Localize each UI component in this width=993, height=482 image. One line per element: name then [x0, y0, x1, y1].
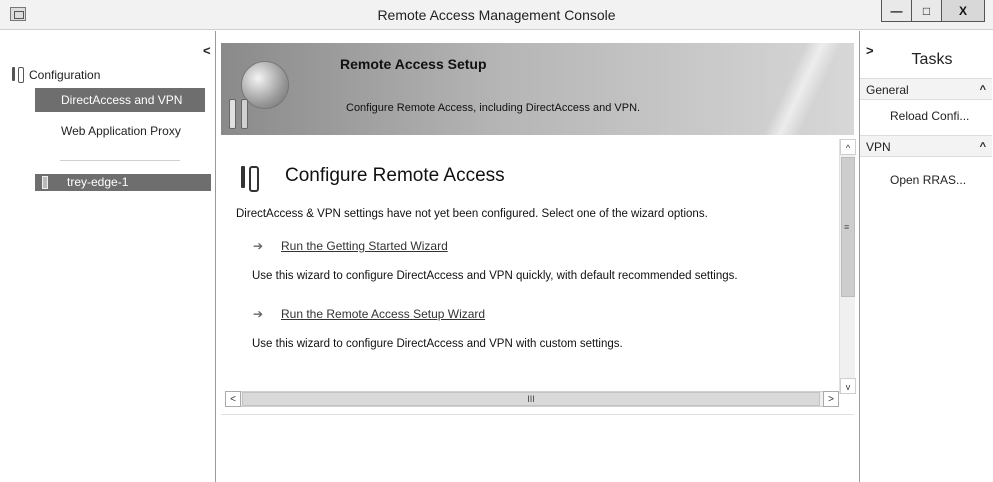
server-item[interactable]: trey-edge-1 [35, 174, 211, 191]
scroll-up-button[interactable]: ^ [840, 139, 856, 155]
setup-wizard-link[interactable]: Run the Remote Access Setup Wizard [281, 307, 485, 321]
close-button[interactable]: X [941, 0, 985, 22]
collapse-left-pane-button[interactable]: < [203, 43, 211, 58]
getting-started-wizard-link[interactable]: Run the Getting Started Wizard [281, 239, 448, 253]
configuration-label: Configuration [29, 67, 101, 82]
tasks-section-vpn[interactable]: VPN ^ [860, 135, 992, 157]
tasks-section-general[interactable]: General ^ [860, 78, 992, 100]
banner-title: Remote Access Setup [340, 56, 487, 72]
setup-wizard-row: ➔ Run the Remote Access Setup Wizard [253, 307, 485, 321]
section-label: General [866, 83, 909, 97]
content-scroll-area[interactable]: Configure Remote Access DirectAccess & V… [221, 139, 856, 416]
globe-icon [241, 61, 289, 109]
screwdriver-icon [241, 99, 248, 129]
main-pane: Remote Access Setup Configure Remote Acc… [217, 31, 858, 482]
scroll-right-button[interactable]: > [823, 391, 839, 407]
tools-icon [10, 67, 24, 83]
tasks-pane: > Tasks General ^ Reload Confi... VPN ^ … [859, 31, 993, 482]
configuration-node[interactable]: Configuration [10, 67, 101, 83]
window-title: Remote Access Management Console [377, 7, 616, 23]
getting-started-description: Use this wizard to configure DirectAcces… [252, 270, 738, 282]
arrow-icon: ➔ [253, 307, 264, 321]
setup-banner: Remote Access Setup Configure Remote Acc… [221, 43, 854, 135]
scroll-grip-icon: ≡ [844, 222, 850, 232]
window-controls: — □ X [881, 0, 985, 22]
server-label: trey-edge-1 [67, 175, 129, 189]
wrench-icon [229, 99, 236, 129]
server-icon [42, 176, 48, 189]
setup-wizard-description: Use this wizard to configure DirectAcces… [252, 338, 623, 350]
navigation-pane: < Configuration DirectAccess and VPN Web… [0, 31, 216, 482]
minimize-button[interactable]: — [881, 0, 912, 22]
tasks-title: Tasks [911, 51, 953, 68]
chevron-up-icon[interactable]: ^ [980, 79, 986, 101]
banner-subtitle: Configure Remote Access, including Direc… [346, 102, 641, 114]
getting-started-wizard-row: ➔ Run the Getting Started Wizard [253, 239, 448, 253]
horizontal-scrollbar[interactable]: < III > [225, 391, 839, 407]
scroll-down-button[interactable]: v [840, 378, 856, 394]
nav-item-web-application-proxy[interactable]: Web Application Proxy [35, 119, 205, 143]
banner-decoration [741, 43, 854, 135]
configure-title: Configure Remote Access [285, 165, 505, 186]
content-divider [221, 414, 854, 415]
title-bar: Remote Access Management Console — □ X [0, 0, 993, 30]
task-reload-configuration[interactable]: Reload Confi... [860, 109, 992, 123]
maximize-button[interactable]: □ [911, 0, 942, 22]
nav-item-directaccess-vpn[interactable]: DirectAccess and VPN [35, 88, 205, 112]
arrow-icon: ➔ [253, 239, 264, 253]
intro-text: DirectAccess & VPN settings have not yet… [236, 208, 708, 220]
horizontal-scroll-thumb[interactable]: III [242, 392, 820, 406]
vertical-scrollbar[interactable]: ^ ≡ v [839, 139, 856, 394]
nav-divider [60, 160, 180, 161]
tools-icon [238, 166, 259, 192]
chevron-up-icon[interactable]: ^ [980, 136, 986, 158]
section-label: VPN [866, 140, 891, 154]
scroll-left-button[interactable]: < [225, 391, 241, 407]
task-open-rras[interactable]: Open RRAS... [860, 173, 992, 187]
